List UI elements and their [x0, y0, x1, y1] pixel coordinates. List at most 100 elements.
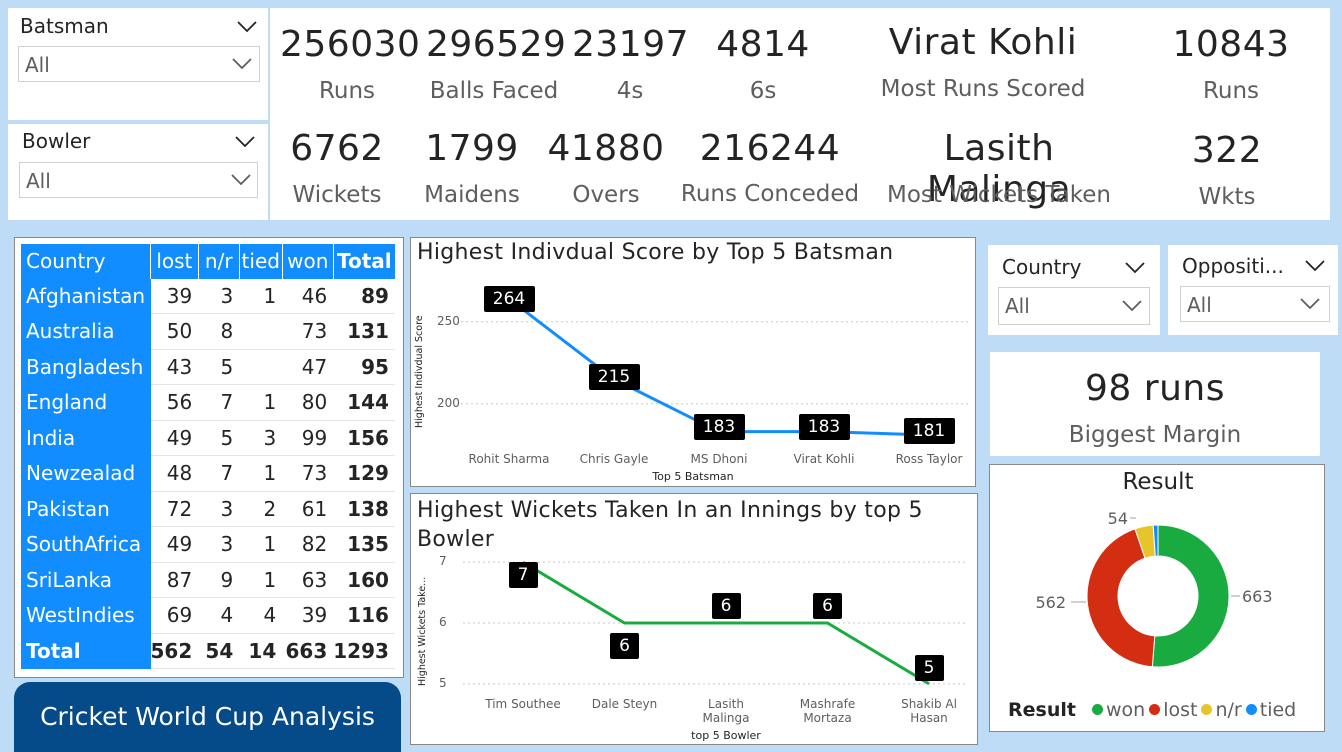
- data-label: 7: [508, 562, 538, 589]
- tied-cell: 2: [239, 491, 283, 527]
- legend-marker: [1201, 704, 1213, 715]
- country-cell: India: [21, 420, 151, 456]
- dashboard-title-banner: Cricket World Cup Analysis: [14, 682, 401, 752]
- y-tick-label: 6: [439, 615, 447, 629]
- chart-plot: [461, 297, 971, 437]
- column-header-tied[interactable]: tied: [239, 244, 283, 279]
- lost-cell: 48: [150, 455, 199, 492]
- kpi-runs-conceded-value: 216244: [699, 128, 841, 169]
- y-tick-label: 250: [437, 313, 460, 328]
- legend-item-nr[interactable]: n/r: [1215, 699, 1241, 721]
- table-row[interactable]: India 49 5 3 99 156: [21, 420, 395, 456]
- table-row[interactable]: England 56 7 1 80 144: [21, 384, 395, 421]
- table-row[interactable]: Pakistan 72 3 2 61 138: [21, 491, 395, 527]
- chevron-down-icon[interactable]: [234, 135, 256, 149]
- chevron-down-icon[interactable]: [236, 20, 258, 34]
- kpi-runs-conceded-label: Runs Conceded: [680, 181, 860, 207]
- donut-slice-won[interactable]: [1151, 524, 1230, 668]
- won-cell: 80: [282, 384, 334, 421]
- x-axis-title: top 5 Bowler: [691, 729, 761, 742]
- batsman-slicer: Batsman All: [8, 8, 268, 120]
- country-cell: SriLanka: [21, 562, 151, 598]
- won-cell: 99: [282, 420, 334, 456]
- country-cell: Bangladesh: [21, 349, 151, 385]
- country-cell: Total: [21, 633, 151, 669]
- column-header-won[interactable]: won: [282, 244, 334, 279]
- legend-item-won[interactable]: won: [1106, 699, 1145, 721]
- kpi-top-batsman-runs-label: Runs: [1202, 78, 1260, 104]
- nr-cell: 3: [198, 491, 240, 527]
- kpi-fours-value: 23197: [572, 24, 690, 65]
- lost-cell: 87: [150, 562, 199, 598]
- column-header-nr[interactable]: n/r: [198, 244, 240, 279]
- table-row[interactable]: Bangladesh 43 5 47 95: [21, 349, 395, 385]
- chevron-down-icon: [1300, 298, 1320, 310]
- tied-cell: 14: [239, 633, 283, 669]
- chevron-down-icon[interactable]: [1124, 261, 1146, 275]
- won-cell: 663: [282, 633, 334, 669]
- tied-cell: [239, 349, 283, 385]
- country-slicer: Country All: [988, 245, 1160, 335]
- batsman-dropdown-value: All: [25, 53, 50, 77]
- legend-marker: [1149, 704, 1161, 715]
- kpi-top-batsman-label: Most Runs Scored: [880, 76, 1086, 102]
- y-axis-title: Highest Indivdual Score: [414, 315, 425, 428]
- table-row[interactable]: Australia 50 8 73 131: [21, 313, 395, 350]
- opposition-dropdown-value: All: [1187, 293, 1212, 317]
- dashboard-title: Cricket World Cup Analysis: [40, 702, 375, 731]
- y-tick-label: 7: [439, 554, 447, 569]
- kpi-runs-label: Runs: [318, 78, 376, 104]
- legend-item-lost[interactable]: lost: [1163, 699, 1197, 721]
- kpi-overs-value: 41880: [547, 128, 665, 169]
- result-donut-chart: Result 663 562 54 Result won lost n/r tied: [989, 464, 1325, 732]
- data-label: 6: [813, 593, 842, 619]
- batsman-slicer-title: Batsman: [20, 14, 109, 38]
- total-cell: 138: [333, 491, 395, 527]
- nr-cell: 7: [198, 455, 240, 492]
- column-header-lost[interactable]: lost: [150, 244, 199, 279]
- table-row[interactable]: Newzealad 48 7 1 73 129: [21, 455, 395, 492]
- donut-plot: 663 562 54: [1035, 509, 1273, 668]
- opposition-slicer-title: Oppositi...: [1182, 254, 1284, 278]
- x-tick-label: Shakib Al Hasan: [901, 697, 957, 725]
- country-dropdown[interactable]: All: [998, 287, 1150, 325]
- x-tick-label: Tim Southee: [485, 697, 561, 711]
- lost-cell: 50: [150, 313, 199, 350]
- nr-cell: 3: [198, 278, 240, 314]
- tied-cell: 4: [239, 597, 283, 634]
- table-row[interactable]: SriLanka 87 9 1 63 160: [21, 562, 395, 598]
- country-cell: SouthAfrica: [21, 526, 151, 562]
- x-tick-label: MS Dhoni: [690, 452, 748, 466]
- legend-marker: [1092, 704, 1103, 715]
- table-row[interactable]: SouthAfrica 49 3 1 82 135: [21, 526, 395, 563]
- batsman-dropdown[interactable]: All: [18, 46, 260, 82]
- chevron-down-icon[interactable]: [1304, 259, 1326, 273]
- table-total-row[interactable]: Total 562 54 14 663 1293: [21, 633, 395, 669]
- tied-cell: 1: [239, 562, 283, 598]
- x-axis-title: Top 5 Batsman: [652, 470, 734, 483]
- column-header-total[interactable]: Total: [333, 244, 395, 279]
- nr-cell: 54: [198, 633, 240, 669]
- total-cell: 135: [333, 526, 395, 563]
- column-header-country[interactable]: Country: [21, 244, 151, 279]
- bowler-dropdown[interactable]: All: [19, 162, 258, 198]
- nr-cell: 3: [198, 526, 240, 563]
- y-tick-label: 200: [437, 395, 460, 410]
- kpi-top-bowler-label: Most Wickets Taken: [886, 182, 1112, 208]
- country-cell: WestIndies: [21, 597, 151, 633]
- kpi-sixes-value: 4814: [716, 24, 810, 65]
- opposition-dropdown[interactable]: All: [1180, 286, 1330, 322]
- won-cell: 46: [282, 278, 334, 314]
- kpi-wickets-value: 6762: [290, 128, 384, 169]
- country-slicer-title: Country: [1002, 255, 1082, 279]
- bowler-dropdown-value: All: [26, 169, 51, 193]
- table-row[interactable]: WestIndies 69 4 4 39 116: [21, 597, 395, 634]
- nr-cell: 4: [198, 597, 240, 634]
- legend-item-tied[interactable]: tied: [1260, 699, 1296, 721]
- donut-data-label: 663: [1242, 587, 1273, 606]
- kpi-maidens-label: Maidens: [424, 182, 520, 208]
- x-tick-label: Mashrafe Mortaza: [799, 697, 856, 725]
- chevron-down-icon: [1122, 300, 1142, 312]
- table-row[interactable]: Afghanistan 39 3 1 46 89: [21, 278, 395, 314]
- kpi-balls-faced-value: 296529: [426, 24, 567, 65]
